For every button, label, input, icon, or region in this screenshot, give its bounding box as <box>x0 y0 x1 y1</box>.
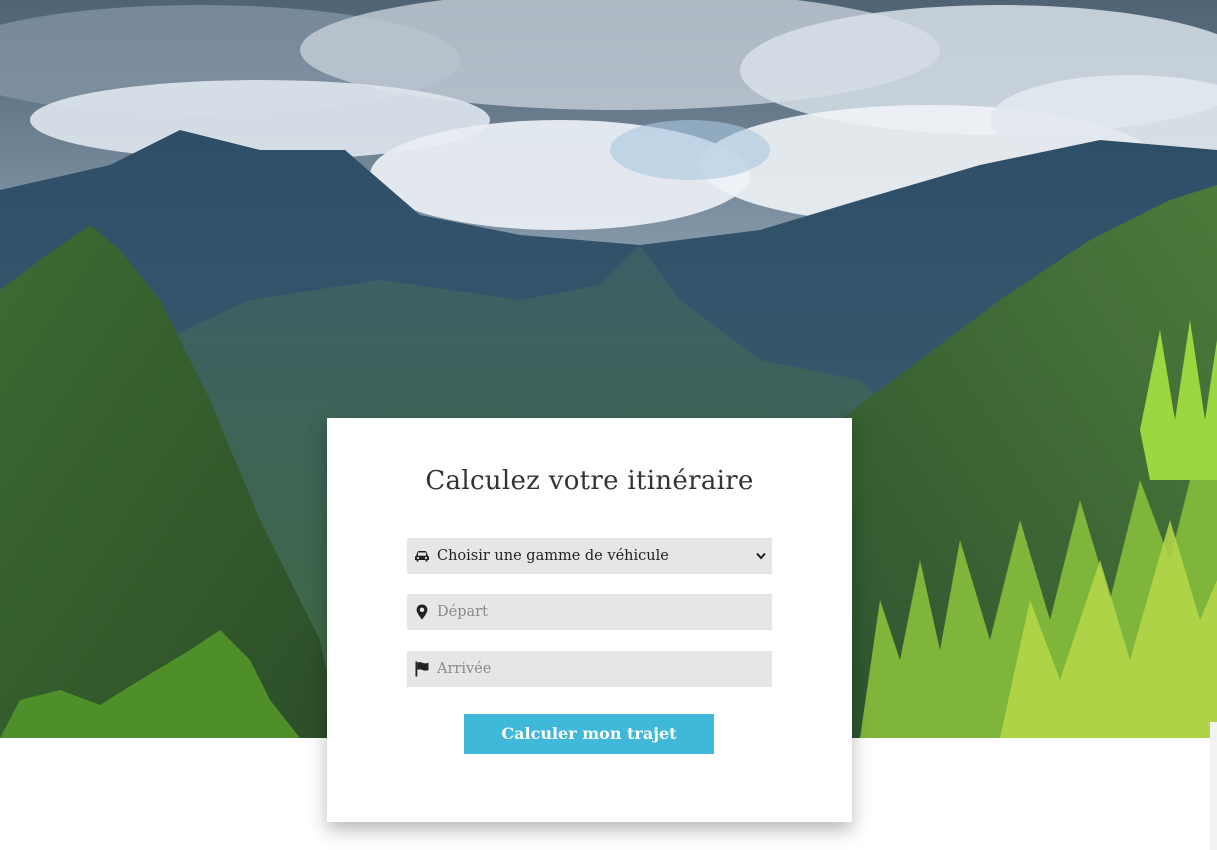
form-title: Calculez votre itinéraire <box>425 466 754 496</box>
flag-icon <box>415 661 429 677</box>
map-marker-icon <box>416 604 428 620</box>
page-edge-divider <box>1210 722 1217 850</box>
calculate-route-button[interactable]: Calculer mon trajet <box>464 714 714 754</box>
departure-placeholder: Départ <box>437 604 488 620</box>
car-icon <box>415 551 429 562</box>
itinerary-form-card: Calculez votre itinéraire Choisir une ga… <box>327 418 852 822</box>
arrival-placeholder: Arrivée <box>437 661 492 677</box>
chevron-down-icon <box>756 552 766 560</box>
arrival-input[interactable]: Arrivée <box>407 651 772 687</box>
vehicle-range-select[interactable]: Choisir une gamme de véhicule <box>407 538 772 574</box>
vehicle-select-value: Choisir une gamme de véhicule <box>437 548 669 564</box>
departure-input[interactable]: Départ <box>407 594 772 630</box>
